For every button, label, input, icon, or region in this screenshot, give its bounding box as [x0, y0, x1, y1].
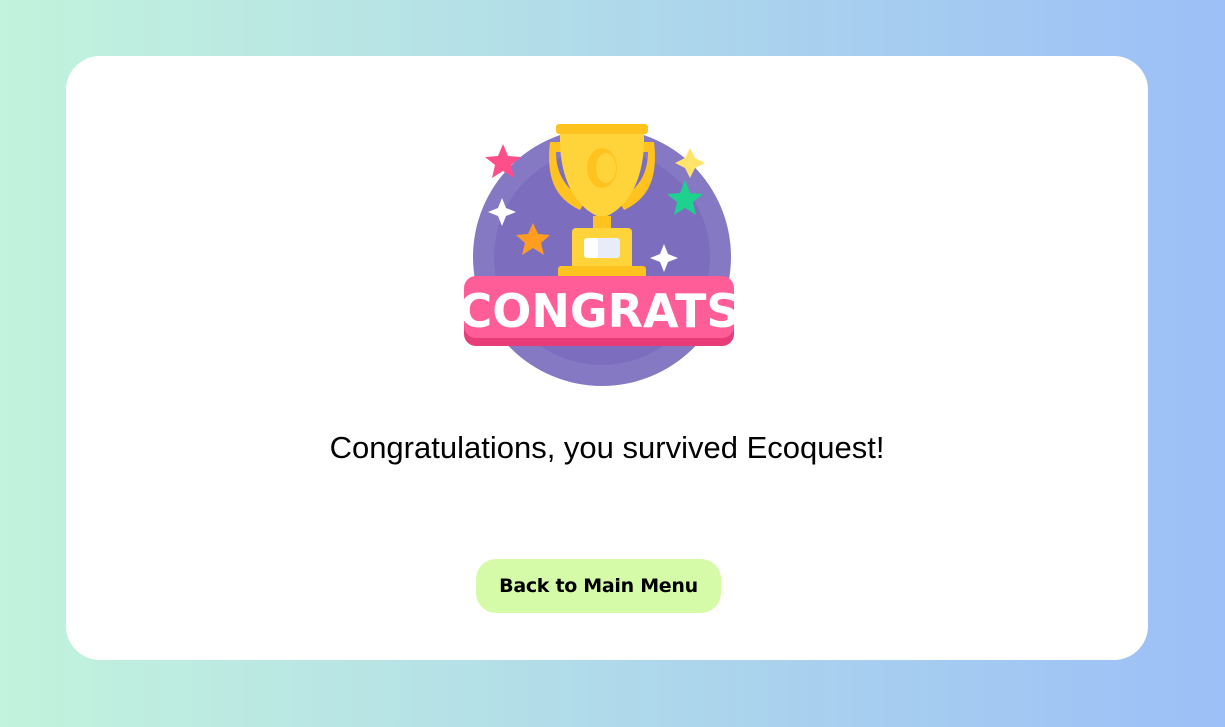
result-card: CONGRATS Congratulations, you survived E… [66, 56, 1148, 660]
back-to-main-menu-button[interactable]: Back to Main Menu [476, 559, 721, 613]
congratulations-message: Congratulations, you survived Ecoquest! [329, 430, 885, 465]
page: { "badge": { "icon": "congrats-trophy-ic… [0, 0, 1225, 727]
congrats-trophy-icon: CONGRATS [462, 124, 740, 386]
badge-text: CONGRATS [462, 284, 740, 338]
